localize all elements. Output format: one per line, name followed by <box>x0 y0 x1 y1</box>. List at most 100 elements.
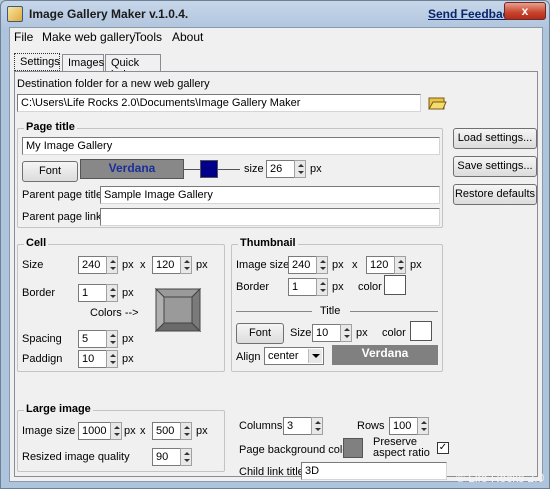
thumb-font-button[interactable]: Font <box>236 323 284 344</box>
px-label: px <box>310 163 322 175</box>
spin-buttons[interactable] <box>180 256 192 274</box>
parent-link-label: Parent page link <box>22 211 102 223</box>
rows-value[interactable]: 100 <box>389 417 417 435</box>
browse-folder-button[interactable] <box>427 94 447 112</box>
bg-color-label: Page background color <box>239 444 353 456</box>
cell-height-value[interactable]: 120 <box>152 256 180 274</box>
parent-title-input[interactable]: Sample Image Gallery <box>100 186 440 204</box>
spin-buttons[interactable] <box>110 422 122 440</box>
spin-buttons[interactable] <box>316 278 328 296</box>
thumb-height-stepper[interactable]: 120 <box>366 256 406 274</box>
tab-quick-help[interactable]: Quick help <box>105 54 161 81</box>
large-image-group: Large image Image size 1000 px x 500 px … <box>17 403 225 472</box>
menu-file[interactable]: File <box>14 30 33 44</box>
spin-buttons[interactable] <box>316 256 328 274</box>
tab-settings[interactable]: Settings <box>14 53 60 71</box>
cell-border-stepper[interactable]: 1 <box>78 284 118 302</box>
cell-border-label: Border <box>22 287 56 299</box>
tab-images[interactable]: Images <box>62 54 104 71</box>
px-label: px <box>122 287 134 299</box>
spin-buttons[interactable] <box>180 422 192 440</box>
px-label: px <box>332 281 344 293</box>
cell-colors-preview[interactable] <box>148 283 208 337</box>
cell-height-stepper[interactable]: 120 <box>152 256 192 274</box>
page-title-color-swatch[interactable] <box>200 160 218 178</box>
spin-buttons[interactable] <box>340 324 352 342</box>
thumb-font-size-stepper[interactable]: 10 <box>312 324 352 342</box>
large-image-group-label: Large image <box>24 403 93 415</box>
thumb-border-stepper[interactable]: 1 <box>288 278 328 296</box>
spin-buttons[interactable] <box>394 256 406 274</box>
columns-value[interactable]: 3 <box>283 417 311 435</box>
preserve-aspect-checkbox[interactable]: ✓ <box>437 442 449 454</box>
large-width-value[interactable]: 1000 <box>78 422 110 440</box>
thumb-font-size-value[interactable]: 10 <box>312 324 340 342</box>
rows-stepper[interactable]: 100 <box>389 417 429 435</box>
large-height-stepper[interactable]: 500 <box>152 422 192 440</box>
page-title-font-preview: Verdana <box>80 159 184 179</box>
thumb-size-label: Image size <box>236 259 290 271</box>
cell-spacing-stepper[interactable]: 5 <box>78 330 118 348</box>
parent-link-input[interactable] <box>100 208 440 226</box>
cell-padding-stepper[interactable]: 10 <box>78 350 118 368</box>
page-title-font-button[interactable]: Font <box>22 161 78 182</box>
spin-buttons[interactable] <box>106 350 118 368</box>
thumb-title-color-swatch[interactable] <box>410 321 432 341</box>
save-settings-button[interactable]: Save settings... <box>453 156 537 177</box>
quality-value[interactable]: 90 <box>152 448 180 466</box>
px-label: px <box>122 333 134 345</box>
thumb-color-label: color <box>358 281 382 293</box>
page-title-input[interactable]: My Image Gallery <box>22 137 440 155</box>
load-settings-button[interactable]: Load settings... <box>453 128 537 149</box>
close-button[interactable]: x <box>504 2 546 20</box>
cell-spacing-value[interactable]: 5 <box>78 330 106 348</box>
cell-width-value[interactable]: 240 <box>78 256 106 274</box>
cell-width-stepper[interactable]: 240 <box>78 256 118 274</box>
spin-buttons[interactable] <box>106 256 118 274</box>
restore-defaults-button[interactable]: Restore defaults <box>453 184 537 205</box>
thumb-align-select[interactable]: center <box>264 347 324 365</box>
x-label: x <box>140 259 146 271</box>
thumb-width-value[interactable]: 240 <box>288 256 316 274</box>
thumb-width-stepper[interactable]: 240 <box>288 256 328 274</box>
large-height-value[interactable]: 500 <box>152 422 180 440</box>
thumb-border-color-swatch[interactable] <box>384 275 406 295</box>
page-title-size-stepper[interactable]: 26 <box>266 160 306 178</box>
thumb-border-value[interactable]: 1 <box>288 278 316 296</box>
title-bar[interactable]: Image Gallery Maker v.1.0.4. Send Feedba… <box>1 1 549 27</box>
menu-tools[interactable]: Tools <box>134 30 162 44</box>
spin-buttons[interactable] <box>294 160 306 178</box>
spin-buttons[interactable] <box>106 284 118 302</box>
thumb-height-value[interactable]: 120 <box>366 256 394 274</box>
page-title-group-label: Page title <box>24 121 77 133</box>
cell-border-colors-icon <box>148 283 208 337</box>
px-label: px <box>410 259 422 271</box>
px-label: px <box>122 353 134 365</box>
thumb-size-label2: Size <box>290 327 312 339</box>
rows-label: Rows <box>357 420 385 432</box>
spin-buttons[interactable] <box>417 417 429 435</box>
menu-make-web-gallery[interactable]: Make web gallery <box>42 30 135 44</box>
app-window: Image Gallery Maker v.1.0.4. Send Feedba… <box>0 0 550 489</box>
page-title-group: Page title My Image Gallery Font Verdana… <box>17 121 443 228</box>
send-feedback-link[interactable]: Send Feedback <box>428 7 516 21</box>
quality-stepper[interactable]: 90 <box>152 448 192 466</box>
bg-color-swatch[interactable] <box>343 438 363 458</box>
destination-field[interactable]: C:\Users\Life Rocks 2.0\Documents\Image … <box>17 94 421 112</box>
cell-padding-value[interactable]: 10 <box>78 350 106 368</box>
px-label: px <box>332 259 344 271</box>
spin-buttons[interactable] <box>311 417 323 435</box>
menu-bar: File Make web gallery Tools About <box>10 28 542 46</box>
spin-buttons[interactable] <box>106 330 118 348</box>
cell-size-label: Size <box>22 259 44 271</box>
spin-buttons[interactable] <box>180 448 192 466</box>
child-link-input[interactable]: 3D <box>301 462 447 480</box>
menu-about[interactable]: About <box>172 30 203 44</box>
large-width-stepper[interactable]: 1000 <box>78 422 122 440</box>
columns-stepper[interactable]: 3 <box>283 417 323 435</box>
cell-border-value[interactable]: 1 <box>78 284 106 302</box>
preserve-aspect-label: Preserve aspect ratio <box>373 436 430 459</box>
chevron-down-icon[interactable] <box>308 349 322 363</box>
px-label: px <box>356 327 368 339</box>
size-value[interactable]: 26 <box>266 160 294 178</box>
